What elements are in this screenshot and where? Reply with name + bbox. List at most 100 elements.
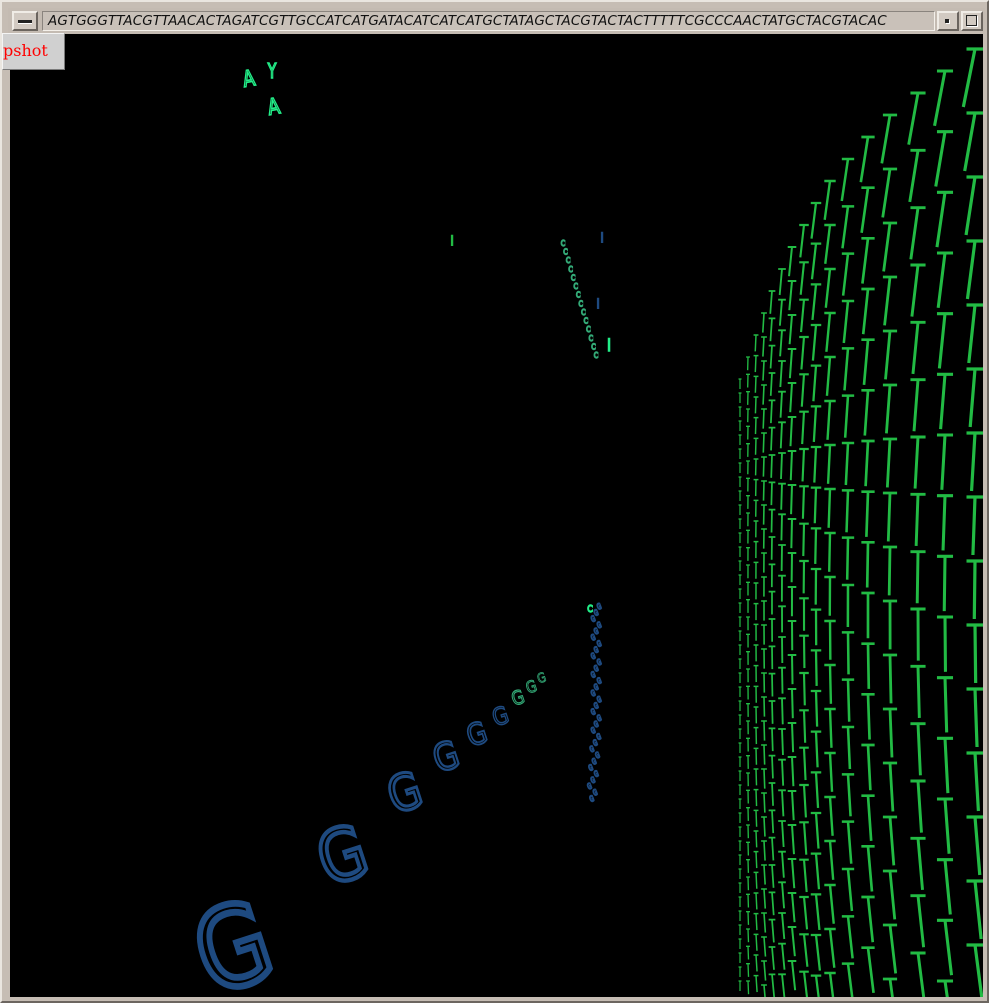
sequence-letter-T [841, 583, 855, 628]
sequence-letter-T [746, 651, 750, 665]
sequence-letter-G: G [427, 732, 464, 782]
sequence-letter-T [761, 408, 767, 429]
sequence-letter-T [861, 388, 875, 436]
sequence-letter-T [761, 864, 767, 885]
sequence-letter-T [936, 494, 954, 551]
sequence-letter-T [787, 620, 797, 651]
sequence-letter-T [882, 815, 898, 866]
sequence-letter-T [753, 540, 759, 559]
sequence-letter-T [738, 826, 742, 837]
sequence-letter-T [778, 850, 786, 878]
sequence-letter-T [738, 392, 742, 403]
sequence-letter-T [810, 283, 822, 321]
sequence-letter-T [753, 954, 759, 972]
sequence-letter-T [753, 747, 759, 765]
sequence-letter-T [859, 135, 875, 183]
sequence-letter-T [787, 926, 797, 957]
sequence-letter-T [810, 730, 822, 768]
app-window: AGTGGGTTACGTTAACACTAGATCGTTGCCATCATGATAC… [0, 0, 989, 1003]
sequence-letter-T [778, 912, 786, 940]
sequence-letter-T [768, 563, 776, 588]
sequence-letter-G: G [535, 669, 548, 686]
sequence-letter-T [746, 928, 750, 943]
sequence-letter-T [761, 744, 767, 765]
sequence-letter-T [738, 952, 742, 963]
sequence-letter-T [824, 971, 836, 997]
sequence-letter-T [738, 812, 742, 823]
sequence-letter-T [768, 372, 776, 396]
sequence-letter-G: G [380, 760, 429, 826]
sequence-letter-T [799, 597, 809, 631]
sequence-letter-T [910, 492, 926, 546]
sequence-letter-|: | [596, 298, 599, 309]
sequence-letter-T [768, 317, 776, 342]
sequence-letter-T [799, 821, 809, 855]
sequence-letter-T [966, 495, 983, 556]
sequence-letter-T [746, 720, 750, 735]
sequence-letter-T [761, 672, 767, 693]
sequence-letter-T [738, 476, 742, 487]
sequence-letter-T [753, 354, 759, 373]
sequence-letter-T [861, 642, 875, 689]
sequence-letter-T [746, 755, 750, 769]
sequence-letter-T [778, 268, 786, 296]
sequence-letter-C: C [594, 350, 598, 360]
sequence-letter-T [936, 918, 954, 976]
sequence-letter-T [768, 700, 776, 724]
minimize-button[interactable] [937, 11, 959, 31]
sequence-letter-T [824, 355, 836, 396]
sequence-letter-G: G [509, 687, 528, 711]
sequence-letter-T [861, 844, 875, 892]
sequence-letter-T [910, 836, 926, 891]
sequence-letter-|: | [600, 232, 603, 243]
sequence-letter-T [910, 320, 926, 375]
sequence-letter-T [824, 883, 836, 924]
sequence-letter-T [746, 616, 750, 631]
sequence-letter-T [738, 910, 742, 921]
sequence-letter-T [799, 559, 809, 594]
sequence-letter-T [799, 709, 809, 743]
sequence-letter-T [799, 485, 809, 519]
sequence-letter-T [799, 895, 809, 930]
sequence-letter-T [882, 923, 898, 974]
sequence-letter-T [761, 840, 767, 861]
sequence-letter-T [778, 360, 786, 388]
sequence-letter-T [753, 334, 759, 352]
sequence-letter-T [882, 329, 898, 380]
sequence-letter-T [799, 746, 809, 781]
sequence-letter-T [841, 347, 855, 391]
sequence-letter-T [787, 246, 797, 277]
sequence-letter-T [768, 809, 776, 834]
sequence-letter-T [753, 706, 759, 724]
sequence-letter-T [753, 499, 759, 517]
sequence-letter-T [824, 663, 836, 704]
sequence-letter-T [841, 820, 855, 864]
maximize-button[interactable] [961, 11, 983, 31]
sequence-letter-T [966, 687, 983, 748]
sequence-letter-T [738, 840, 742, 851]
sequence-letter-T [761, 600, 767, 621]
sequence-letter-T [841, 962, 855, 997]
sequence-letter-T [861, 591, 875, 639]
sequence-letter-T [746, 443, 750, 457]
sequence-letter-T [963, 111, 983, 172]
sequence-letter-T [861, 895, 875, 943]
sequence-letter-T [861, 490, 875, 537]
sequence-letter-T [882, 221, 898, 272]
sequence-letter-T [753, 644, 759, 662]
sequence-letter-T [753, 871, 759, 889]
window-menu-button[interactable] [12, 11, 38, 31]
sequence-letter-T [761, 360, 767, 381]
sequence-letter-T [787, 960, 797, 991]
sequence-letter-T [841, 867, 855, 912]
dna-3d-viewport[interactable]: GGGGGGGGGGGGGGGGGGGGGGGGGGGGGGGGGGGGGGGG… [10, 34, 983, 997]
sequence-letter-T [778, 789, 786, 817]
sequence-letter-T [841, 773, 855, 817]
sequence-letter-T [907, 91, 926, 145]
snapshot-button[interactable]: pshot [2, 33, 65, 70]
sequence-letter-T [738, 756, 742, 767]
sequence-letter-T [746, 599, 750, 613]
sequence-letter-Y: Y [267, 61, 277, 84]
sequence-letter-A: A [241, 65, 258, 92]
sequence-letter-T [778, 452, 786, 480]
